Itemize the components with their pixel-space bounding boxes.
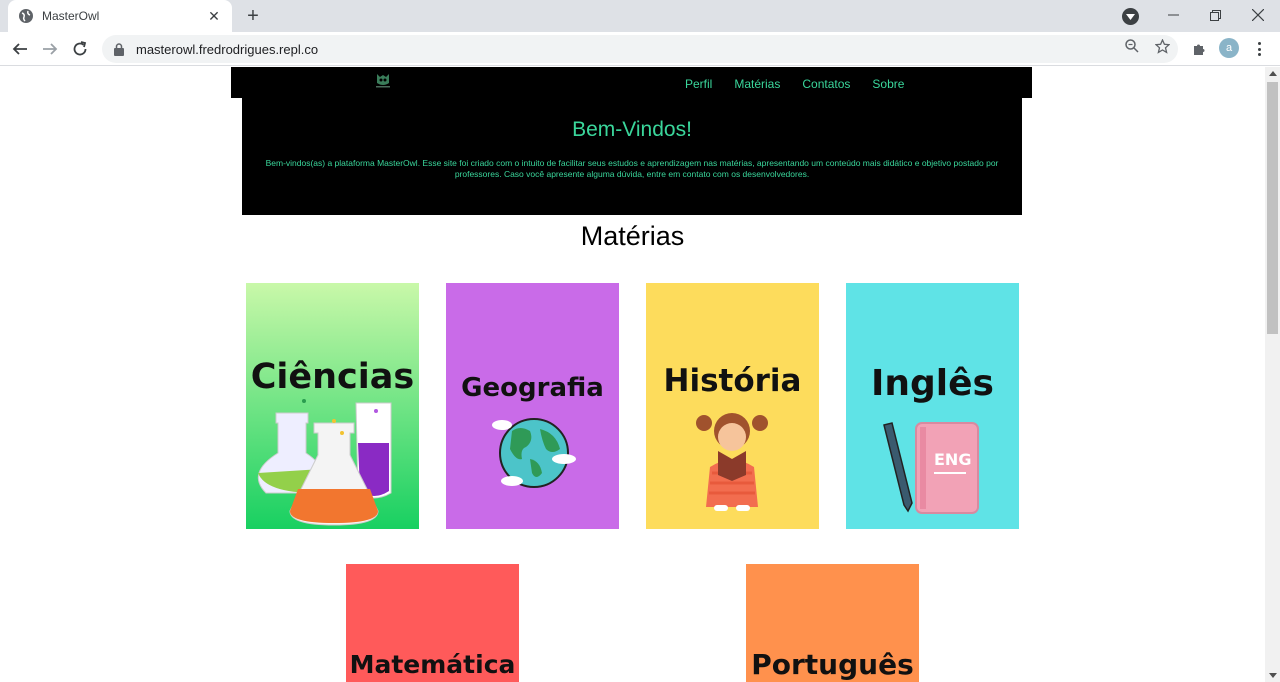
tab-title: MasterOwl [42,9,100,23]
subject-card-ciencias[interactable]: Ciências [246,283,419,529]
close-tab-icon[interactable]: ✕ [206,8,222,24]
browser-menu-icon[interactable] [1252,40,1266,58]
profile-avatar[interactable]: a [1219,38,1239,58]
scroll-up-arrow-icon[interactable] [1269,71,1277,76]
new-tab-icon[interactable]: + [242,5,264,27]
page-viewport: Perfil Matérias Contatos Sobre Bem-Vindo… [0,67,1265,682]
browser-toolbar: masterowl.fredrodrigues.repl.co [0,32,1280,66]
minimize-icon[interactable] [1152,0,1194,30]
subject-label: Matemática [349,650,516,679]
tab-strip: MasterOwl ✕ + [0,0,1280,32]
welcome-banner: Bem-Vindos! Bem-vindos(as) a plataforma … [242,98,1022,215]
subject-card-portugues[interactable]: Português [746,564,919,682]
welcome-text: Bem-vindos(as) a plataforma MasterOwl. E… [265,158,999,179]
url-text: masterowl.fredrodrigues.repl.co [136,41,319,57]
section-title: Matérias [580,221,685,251]
subject-label: Inglês [871,363,994,404]
forward-icon[interactable] [38,37,62,61]
subject-label: Português [751,648,914,681]
globe-earth-icon [492,418,576,488]
scrollbar-thumb[interactable] [1267,82,1278,334]
reload-icon[interactable] [68,37,92,61]
subject-label: Geografia [461,373,604,403]
lock-icon [114,42,126,56]
nav-link-contatos[interactable]: Contatos [802,77,850,91]
welcome-title: Bem-Vindos! [572,118,692,141]
page-scrollbar[interactable] [1265,67,1280,682]
subject-card-matematica[interactable]: Matemática [346,564,519,682]
nav-link-sobre[interactable]: Sobre [872,77,904,91]
browser-tab[interactable]: MasterOwl ✕ [8,0,232,32]
close-window-icon[interactable] [1237,0,1279,30]
site-navbar: Perfil Matérias Contatos Sobre [231,67,1032,98]
subject-label: História [663,363,802,399]
back-icon[interactable] [8,37,32,61]
girl-reading-book-icon [696,413,768,511]
book-and-pencil-icon: ENG [883,422,979,514]
site-nav-links: Perfil Matérias Contatos Sobre [685,77,904,91]
subject-card-historia[interactable]: História [646,283,819,529]
extensions-puzzle-icon[interactable] [1190,40,1208,58]
owl-logo-icon[interactable] [373,72,393,90]
scroll-down-arrow-icon[interactable] [1269,673,1277,678]
bookmark-star-icon[interactable] [1153,37,1171,55]
nav-link-perfil[interactable]: Perfil [685,77,712,91]
address-bar[interactable]: masterowl.fredrodrigues.repl.co [102,35,1178,63]
lab-flasks-icon [257,399,392,526]
tab-search-icon[interactable] [1122,8,1139,25]
zoom-icon[interactable] [1123,37,1141,55]
svg-text:ENG: ENG [934,450,971,469]
subject-card-geografia[interactable]: Geografia [446,283,619,529]
nav-link-materias[interactable]: Matérias [734,77,780,91]
subject-label: Ciências [250,357,415,397]
restore-icon[interactable] [1194,0,1236,30]
subject-card-ingles[interactable]: Inglês ENG [846,283,1019,529]
globe-icon [18,8,34,24]
